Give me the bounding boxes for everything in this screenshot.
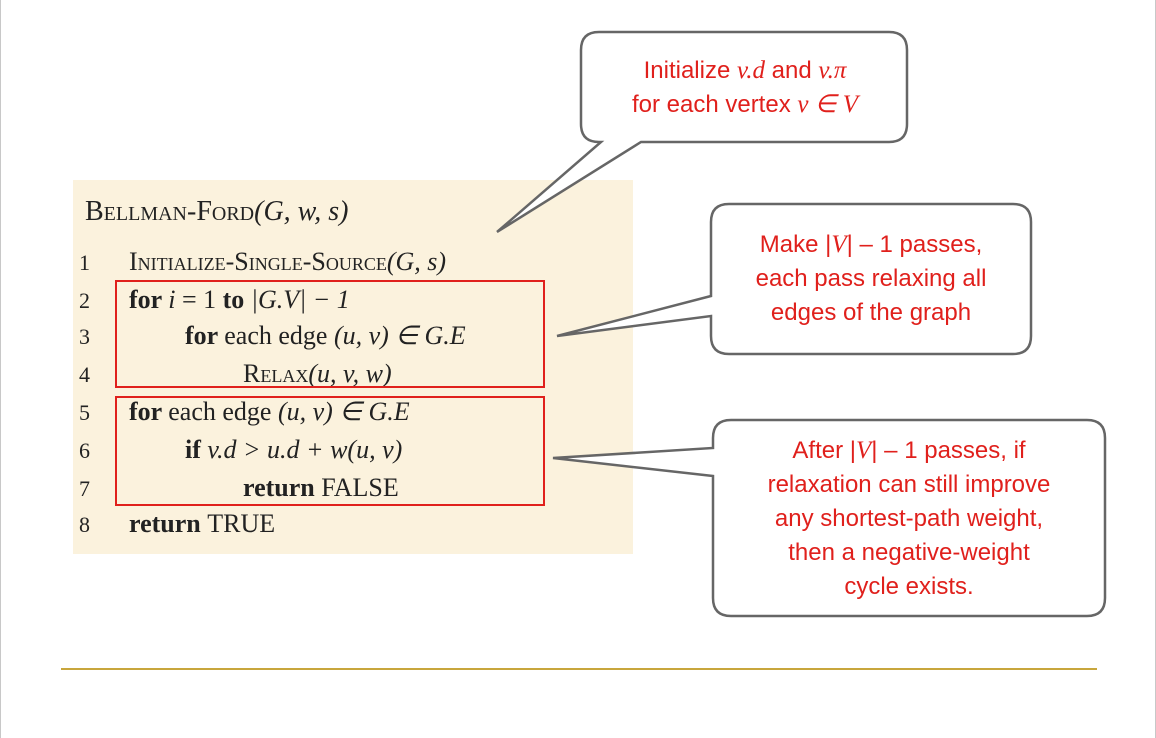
cycle-text-1a: After | [792, 437, 856, 464]
passes-math-V: V [831, 231, 847, 258]
init-math-vpi: v.π [818, 57, 847, 84]
cycle-math-V: V [856, 437, 872, 464]
passes-text-2: each pass relaxing all [755, 265, 987, 292]
init-text-1a: Initialize [643, 57, 737, 84]
divider [61, 668, 1097, 670]
cycle-text-2: relaxation can still improve [767, 471, 1051, 498]
passes-text-3: edges of the graph [770, 299, 972, 326]
init-text-2a: for each vertex [631, 91, 798, 118]
passes-text-1a: Make | [759, 231, 832, 258]
init-text-1b: and [764, 57, 819, 84]
cycle-text-3: any shortest-path weight, [774, 505, 1044, 532]
callout-bubbles [496, 30, 1107, 618]
cycle-text-5: cycle exists. [844, 573, 974, 600]
cycle-text-4: then a negative-weight [788, 539, 1030, 566]
passes-text-1b: | – 1 passes, [846, 231, 983, 258]
init-math-vd: v.d [736, 57, 765, 84]
init-math-vinV: v ∈ V [797, 91, 859, 118]
cycle-text-1b: | – 1 passes, if [871, 437, 1026, 464]
passes-callout-text: Make |V| – 1 passes, each pass relaxing … [713, 228, 1029, 330]
init-callout-text: Initialize v.d and v.π for each vertex v… [583, 54, 907, 122]
cycle-callout-text: After |V| – 1 passes, if relaxation can … [715, 434, 1103, 604]
